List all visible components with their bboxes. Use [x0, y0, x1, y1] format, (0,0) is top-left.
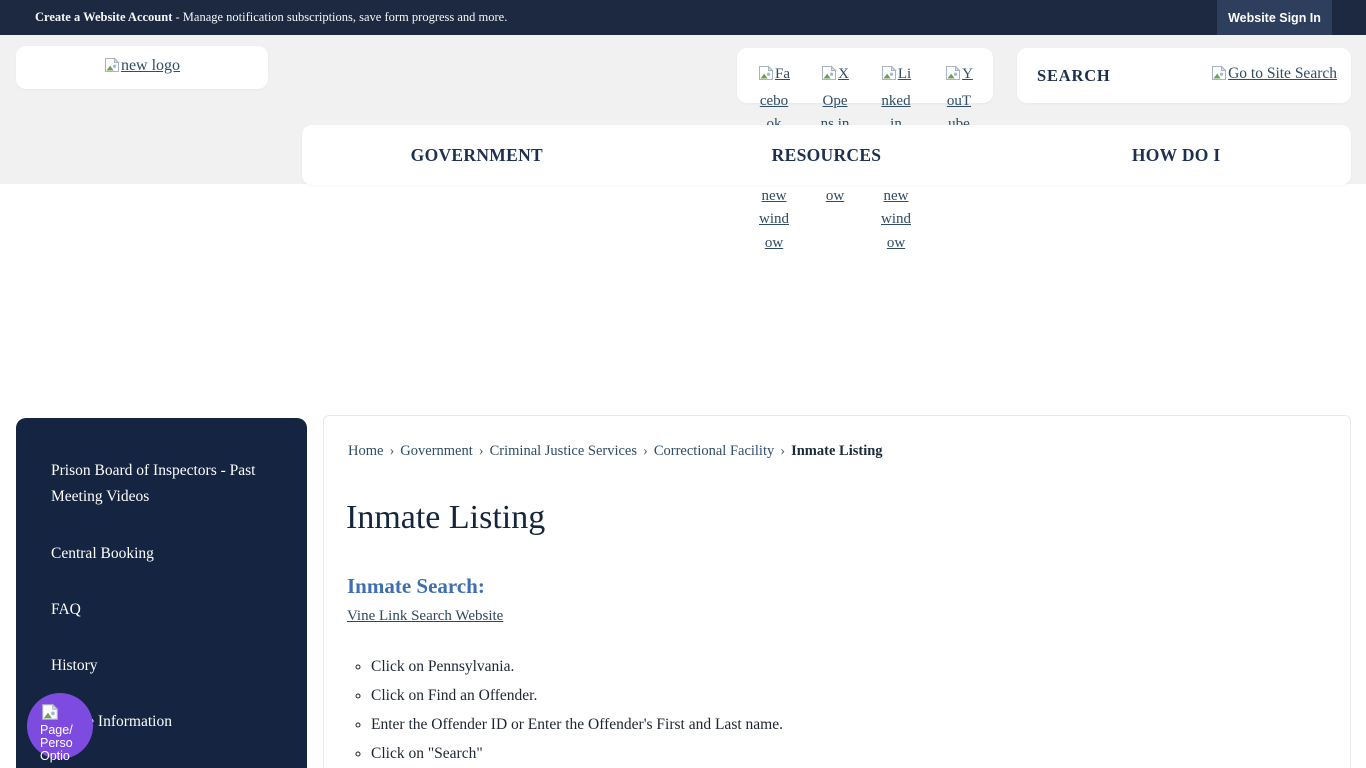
vine-link-search-website-link[interactable]: Vine Link Search Website [347, 608, 503, 625]
breadcrumb-separator: › [479, 443, 484, 459]
sidebar-item-prison-board-videos[interactable]: Prison Board of Inspectors - Past Meetin… [51, 458, 289, 510]
nav-item-government[interactable]: GOVERNMENT [302, 145, 652, 166]
instruction-item: Enter the Offender ID or Enter the Offen… [371, 710, 783, 739]
website-sign-in-button[interactable]: Website Sign In [1217, 0, 1332, 35]
instruction-item: Click on Pennsylvania. [371, 652, 783, 681]
go-to-site-search-link[interactable]: Go to Site Search [1211, 65, 1337, 86]
facebook-icon [758, 65, 774, 90]
nav-item-resources[interactable]: RESOURCES [652, 145, 1002, 166]
logo-alt-text: new logo [121, 57, 180, 74]
instruction-item: Click on Find an Offender. [371, 681, 783, 710]
sidebar-item-history[interactable]: History [51, 653, 289, 679]
page-title: Inmate Listing [346, 499, 545, 537]
inmate-search-heading: Inmate Search: [347, 574, 485, 599]
search-label: SEARCH [1037, 66, 1111, 86]
breadcrumb-separator: › [780, 443, 785, 459]
instruction-list: Click on Pennsylvania. Click on Find an … [354, 652, 783, 768]
account-message-rest: - Manage notification subscriptions, sav… [172, 10, 507, 24]
create-account-link[interactable]: Create a Website Account [35, 10, 172, 24]
top-utility-bar: Create a Website Account - Manage notifi… [0, 0, 1366, 35]
breadcrumb-correctional-facility[interactable]: Correctional Facility [654, 443, 774, 459]
account-message: Create a Website Account - Manage notifi… [35, 0, 507, 35]
main-nav: GOVERNMENT RESOURCES HOW DO I [302, 125, 1351, 185]
page-personalization-options-button[interactable]: Page/PersoOptio [27, 693, 93, 759]
search-broken-image-icon [1211, 65, 1227, 86]
x-twitter-icon [821, 65, 837, 90]
site-logo-link[interactable]: new logo [104, 57, 180, 78]
youtube-icon [945, 65, 961, 90]
widget-alt-text: Page/PersoOptio [40, 724, 73, 763]
logo-card: new logo [16, 46, 268, 89]
breadcrumb-current-page: Inmate Listing [791, 443, 882, 459]
breadcrumb-separator: › [643, 443, 648, 459]
sidebar-item-central-booking[interactable]: Central Booking [51, 541, 289, 567]
sidebar-item-faq[interactable]: FAQ [51, 597, 289, 623]
instruction-item: Click on "Search" [371, 739, 783, 768]
page: Create a Website Account - Manage notifi… [0, 0, 1366, 768]
breadcrumb: Home › Government › Criminal Justice Service… [348, 443, 883, 460]
go-to-site-search-text: Go to Site Search [1228, 65, 1337, 82]
broken-image-icon [104, 57, 120, 78]
breadcrumb-criminal-justice-services[interactable]: Criminal Justice Services [490, 443, 637, 459]
content-panel: Home › Government › Criminal Justice Service… [323, 415, 1351, 768]
breadcrumb-government[interactable]: Government [400, 443, 472, 459]
breadcrumb-home[interactable]: Home [348, 443, 383, 459]
breadcrumb-separator: › [389, 443, 394, 459]
search-card: SEARCH Go to Site Search [1017, 48, 1351, 103]
nav-item-how-do-i[interactable]: HOW DO I [1001, 145, 1351, 166]
linkedin-icon [881, 65, 897, 90]
